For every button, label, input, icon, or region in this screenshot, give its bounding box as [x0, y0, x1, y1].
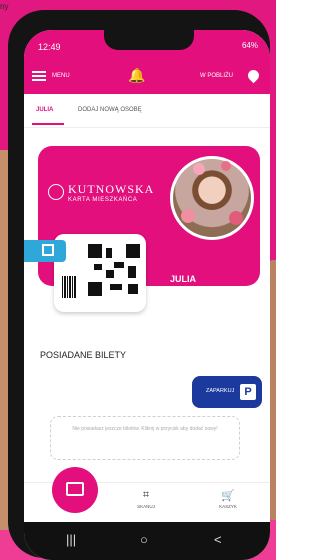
- qr-icon: [42, 244, 54, 256]
- location-pin-icon[interactable]: [245, 67, 262, 84]
- parking-icon: P: [240, 384, 256, 400]
- city-logo-icon: [48, 184, 64, 200]
- card-fab-button[interactable]: [52, 467, 98, 513]
- menu-icon[interactable]: [32, 71, 46, 81]
- park-button-label: ZAPARKUJ: [206, 388, 235, 394]
- tab-bar: JULIA DODAJ NOWĄ OSOBĘ: [24, 94, 270, 128]
- card-subtitle: KARTA MIESZKAŃCA: [68, 197, 138, 203]
- status-time: 12:49: [38, 42, 61, 52]
- card-title: KUTNOWSKA: [68, 182, 155, 196]
- card-holder-name: JULIA ZYCH: [170, 272, 196, 300]
- user-photo: [170, 156, 254, 240]
- nav-scan[interactable]: ⌗ SKANUJ: [126, 489, 166, 509]
- qr-code-panel[interactable]: [54, 234, 146, 312]
- first-name: JULIA: [170, 274, 197, 284]
- barcode-icon: [62, 276, 76, 298]
- scan-icon: ⌗: [142, 489, 150, 501]
- status-bar: 12:49 64%: [24, 30, 270, 60]
- bottom-nav: ⌗ SKANUJ 🛒 KASZYK: [24, 467, 270, 522]
- phone-frame: 12:49 64% MENU 🔔 W POBLIŻU JULIA DODAJ N…: [8, 10, 270, 560]
- recent-apps-icon[interactable]: |||: [66, 532, 76, 547]
- caption-text: ny: [0, 2, 9, 11]
- tickets-heading: POSIADANE BILETY: [40, 350, 127, 360]
- park-button[interactable]: ZAPARKUJ P: [192, 376, 262, 408]
- nearby-label[interactable]: W POBLIŻU: [200, 73, 233, 79]
- card-number: 9100353722225: [170, 308, 246, 319]
- resident-card[interactable]: KUTNOWSKA KARTA MIESZKAŃCA JULIA ZYCH 91…: [38, 146, 260, 319]
- id-card-icon: [66, 482, 84, 496]
- app-header: MENU 🔔 W POBLIŻU: [24, 60, 270, 94]
- flower-decoration: [221, 161, 231, 171]
- bell-icon[interactable]: 🔔: [128, 67, 145, 84]
- camera-notch: [104, 30, 194, 50]
- tab-julia[interactable]: JULIA: [31, 107, 65, 125]
- battery-indicator: 64%: [241, 41, 258, 50]
- home-icon[interactable]: ○: [140, 532, 148, 547]
- flower-decoration: [229, 211, 243, 225]
- empty-tickets-message: Nie posiadasz jeszcze biletów. Kliknij w…: [50, 416, 240, 460]
- cart-icon: 🛒: [221, 490, 235, 502]
- last-name: ZYCH: [170, 288, 195, 298]
- flower-decoration: [193, 163, 205, 175]
- nav-cart-label: KASZYK: [219, 504, 237, 509]
- menu-label[interactable]: MENU: [52, 73, 70, 79]
- tab-add-person[interactable]: DODAJ NOWĄ OSOBĘ: [78, 107, 142, 113]
- qr-toggle-button[interactable]: [24, 240, 66, 262]
- flower-decoration: [181, 209, 195, 223]
- system-nav-bar: ||| ○ <: [24, 522, 270, 560]
- nav-scan-label: SKANUJ: [137, 504, 155, 509]
- back-icon[interactable]: <: [214, 532, 222, 547]
- qr-code: [88, 244, 140, 296]
- phone-screen: 12:49 64% MENU 🔔 W POBLIŻU JULIA DODAJ N…: [24, 30, 270, 560]
- nav-cart[interactable]: 🛒 KASZYK: [208, 489, 248, 509]
